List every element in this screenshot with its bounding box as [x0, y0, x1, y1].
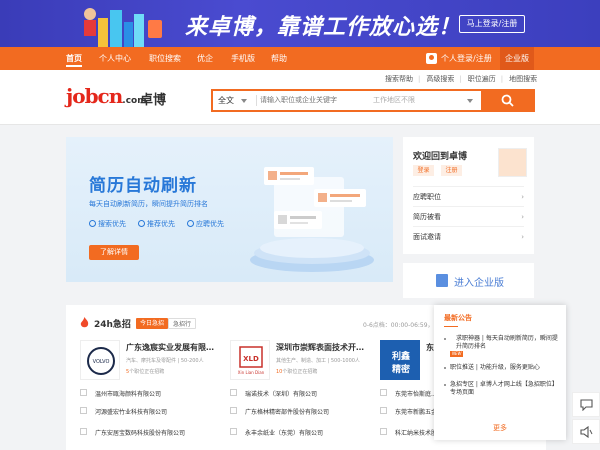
login-button[interactable]: 登录: [413, 165, 434, 176]
nav-item-mobile[interactable]: 手机版: [231, 47, 255, 70]
welcome-title: 欢迎回到卓博: [413, 152, 468, 162]
section-title: 24h急招: [94, 320, 131, 330]
location-select[interactable]: 工作地区不限: [373, 91, 473, 110]
top-banner[interactable]: 来卓博，靠谱工作放心选！ 马上登录/注册: [0, 0, 600, 47]
header-links: 搜索帮助 | 高级搜索 | 职位遍历 | 地图搜索: [385, 75, 538, 83]
notice-title: 最新公告: [444, 314, 472, 327]
logo-cn: 卓博: [140, 93, 167, 108]
company-link[interactable]: 瑞诺技术（深圳）有限公司: [230, 388, 358, 402]
link-map-search[interactable]: 地图搜索: [509, 75, 537, 83]
job-count: 10个职位正在招聘: [276, 369, 318, 375]
chevron-down-icon: [241, 99, 247, 103]
tag-urgent-line[interactable]: 急招行: [168, 318, 197, 329]
company-logo: VOLVO: [80, 340, 120, 380]
svg-text:Xin Lian Dian: Xin Lian Dian: [238, 370, 265, 375]
enter-enterprise-label: 进入企业版: [454, 278, 504, 289]
link-advanced-search[interactable]: 高级搜索: [426, 75, 454, 83]
doc-icon: [187, 220, 194, 227]
enter-enterprise-button[interactable]: 进入企业版: [403, 263, 534, 298]
notice-item[interactable]: 职位推送 | 功能升级，服务更贴心: [444, 364, 562, 372]
chat-button[interactable]: [572, 392, 600, 417]
speaker-button[interactable]: [572, 419, 600, 444]
nav-item-job-search[interactable]: 职位搜索: [149, 47, 181, 70]
company-link[interactable]: 永丰余纸业（东莞）有限公司: [230, 427, 358, 441]
search-bar: 全文 工作地区不限: [211, 89, 535, 112]
new-badge: NEW: [450, 351, 464, 357]
nav-item-home[interactable]: 首页: [66, 47, 82, 70]
speaker-icon: [580, 426, 593, 438]
svg-text:利鑫: 利鑫: [391, 350, 410, 362]
company-link[interactable]: 东莞市怡斯庭...: [380, 388, 435, 402]
main-nav: 首页 个人中心 职位搜索 优企 手机版 帮助 个人登录/注册 企业版: [0, 47, 600, 70]
notice-popup: 最新公告 求职神器 | 每天自动刷新简历，瞬间提升简历排名 NEW 职位推送 |…: [434, 305, 566, 440]
link-job-browse[interactable]: 职位遍历: [468, 75, 496, 83]
company-card[interactable]: 利鑫精密 东莞...: [366, 338, 436, 382]
company-link[interactable]: 温州市瓯海颜料有限公司: [80, 388, 208, 402]
time-note: 0-6点档：00:00-06:59，: [363, 322, 434, 329]
notice-item[interactable]: 求职神器 | 每天自动刷新简历，瞬间提升简历排名 NEW: [444, 335, 562, 359]
chevron-down-icon: [467, 99, 473, 103]
company-info: 汽车、摩托车及零配件 | 50-200人: [126, 358, 204, 364]
welcome-panel: 欢迎回到卓博 登录 注册 应聘职位 简历被看 面试邀请: [403, 137, 534, 254]
fire-icon: [80, 317, 89, 328]
welcome-row-applied[interactable]: 应聘职位: [413, 186, 524, 207]
logo-main: jobcn: [66, 84, 123, 108]
job-count: 5个职位正在招聘: [126, 369, 165, 375]
promo-illustration: [84, 8, 162, 47]
svg-text:精密: 精密: [392, 363, 410, 375]
notice-item[interactable]: 急招专区 | 卓博人才网上线【急招职位】专场页面: [444, 381, 562, 397]
resume-refresh-banner[interactable]: 简历自动刷新 每天自动刷新简历，瞬间提升简历排名 搜索优先 推荐优先 应聘优先 …: [66, 137, 393, 282]
learn-more-button[interactable]: 了解详情: [89, 245, 139, 260]
divider: [256, 95, 257, 106]
company-info: 其他生产、制造、加工 | 500-1000人: [276, 358, 360, 364]
search-button[interactable]: [481, 89, 535, 112]
hero-title: 简历自动刷新: [89, 176, 197, 196]
header: jobcn.com 卓博 搜索帮助|高级搜索|职位遍历|地图搜索 全文 工作地区…: [0, 70, 600, 125]
welcome-row-interview[interactable]: 面试邀请: [413, 226, 524, 247]
nav-item-top-companies[interactable]: 优企: [197, 47, 213, 70]
svg-text:XLD: XLD: [243, 355, 259, 363]
resume-illustration: [250, 167, 374, 272]
feature-recommend-priority: 推荐优先: [138, 219, 175, 229]
tag-today-urgent[interactable]: 今日急招: [136, 318, 169, 329]
company-name: 广东逸宸实业发展有限公...: [126, 343, 216, 352]
company-link[interactable]: 科汇纳米技术股...: [380, 427, 435, 441]
company-name: 深圳市崇辉表面技术开发...: [276, 343, 366, 352]
nav-enterprise-button[interactable]: 企业版: [500, 47, 534, 70]
feature-search-priority: 搜索优先: [89, 219, 126, 229]
nav-item-help[interactable]: 帮助: [271, 47, 287, 70]
notice-more-link[interactable]: 更多: [434, 423, 566, 433]
svg-text:VOLVO: VOLVO: [93, 359, 110, 365]
register-button[interactable]: 注册: [441, 165, 462, 176]
keyword-input[interactable]: [260, 91, 360, 110]
chat-icon: [580, 399, 593, 411]
hero-subtitle: 每天自动刷新简历，瞬间提升简历排名: [89, 200, 208, 208]
building-icon: [436, 274, 448, 287]
search-icon: [501, 94, 514, 107]
thumb-icon: [138, 220, 145, 227]
company-logo: XLD Xin Lian Dian: [230, 340, 270, 380]
company-link[interactable]: 广东安居宝数码科技股份有限公司: [80, 427, 208, 441]
company-card[interactable]: XLD Xin Lian Dian 深圳市崇辉表面技术开发... 其他生产、制造、…: [216, 338, 366, 382]
company-logo: 利鑫 精密: [380, 340, 420, 380]
welcome-row-resume-viewed[interactable]: 简历被看: [413, 206, 524, 227]
link-search-help[interactable]: 搜索帮助: [385, 75, 413, 83]
company-link[interactable]: 广东格林精密部件股份有限公司: [230, 406, 358, 420]
banner-slogan: 来卓博，靠谱工作放心选！: [185, 15, 462, 40]
feature-apply-priority: 应聘优先: [187, 219, 224, 229]
avatar: [498, 148, 527, 177]
search-scope-select[interactable]: 全文: [218, 91, 234, 110]
company-link[interactable]: 东莞市新鹏五金...: [380, 406, 435, 420]
banner-login-button[interactable]: 马上登录/注册: [459, 15, 525, 33]
search-icon: [89, 220, 96, 227]
company-link[interactable]: 河源盛宏竹业科技有限公司: [80, 406, 208, 420]
user-icon: [426, 53, 437, 64]
nav-user-login[interactable]: 个人登录/注册: [441, 47, 492, 70]
company-card[interactable]: VOLVO 广东逸宸实业发展有限公... 汽车、摩托车及零配件 | 50-200…: [66, 338, 216, 382]
site-logo[interactable]: jobcn.com: [66, 84, 147, 108]
nav-item-personal-center[interactable]: 个人中心: [99, 47, 131, 70]
